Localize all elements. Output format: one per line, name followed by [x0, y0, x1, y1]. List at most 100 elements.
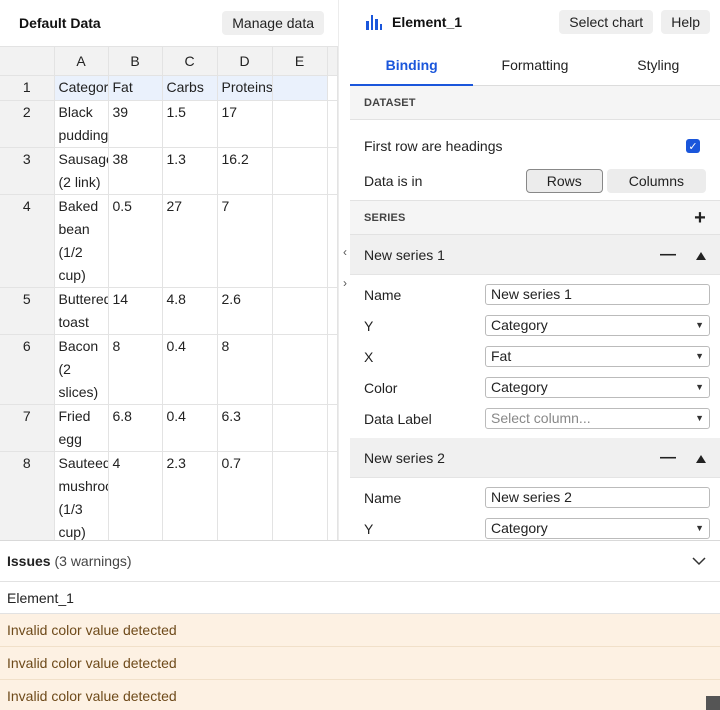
table-cell[interactable]: Baked bean (1/2 cup) [54, 194, 109, 288]
series-field-select[interactable]: Category ▼ [485, 315, 710, 336]
issues-element-name[interactable]: Element_1 [0, 582, 720, 614]
table-cell[interactable]: Black pudding [54, 100, 109, 148]
series-field-select[interactable]: Category ▼ [485, 518, 710, 539]
column-header-b[interactable]: B [108, 46, 163, 76]
table-cell[interactable]: Bacon (2 slices) [54, 334, 109, 405]
table-cell[interactable]: 6.8 [108, 404, 163, 452]
column-header-c[interactable]: C [162, 46, 218, 76]
row-number[interactable]: 5 [0, 287, 55, 335]
chevron-down-icon[interactable] [692, 553, 706, 569]
table-cell[interactable]: Fat [108, 75, 163, 101]
table-cell[interactable] [272, 147, 328, 195]
table-cell[interactable]: 7 [217, 194, 273, 288]
table-cell[interactable]: 0.4 [162, 334, 218, 405]
row-number[interactable]: 1 [0, 75, 55, 101]
series-field-select[interactable]: Category ▼ [485, 377, 710, 398]
table-cell-overflow [327, 451, 338, 540]
config-tabs: Binding Formatting Styling [350, 44, 720, 86]
table-cell[interactable]: Carbs [162, 75, 218, 101]
manage-data-button[interactable]: Manage data [222, 11, 324, 35]
table-cell[interactable]: 4.8 [162, 287, 218, 335]
series-field: Data Label Select column... ▼ [364, 403, 710, 434]
table-cell[interactable]: Sausage (2 link) [54, 147, 109, 195]
table-cell[interactable]: 16.2 [217, 147, 273, 195]
table-cell[interactable]: Category [54, 75, 109, 101]
table-cell[interactable]: 2.3 [162, 451, 218, 540]
row-number[interactable]: 4 [0, 194, 55, 288]
columns-toggle-button[interactable]: Columns [606, 169, 706, 193]
series-header[interactable]: New series 2 — [350, 438, 720, 478]
table-cell[interactable] [272, 194, 328, 288]
resize-handle[interactable] [706, 696, 720, 710]
series-name-input[interactable]: New series 1 [485, 284, 710, 305]
warning-item[interactable]: Invalid color value detected [0, 647, 720, 680]
remove-series-icon[interactable]: — [660, 449, 676, 467]
column-header-e[interactable]: E [272, 46, 328, 76]
remove-series-icon[interactable]: — [660, 246, 676, 264]
panel-divider[interactable]: ‹ › [338, 0, 350, 540]
table-cell[interactable]: 27 [162, 194, 218, 288]
table-cell[interactable]: 1.3 [162, 147, 218, 195]
table-cell[interactable]: 39 [108, 100, 163, 148]
table-cell[interactable]: Sauteed mushroom (1/3 cup) [54, 451, 109, 540]
table-cell[interactable] [272, 404, 328, 452]
column-header-d[interactable]: D [217, 46, 273, 76]
table-cell[interactable] [272, 75, 328, 101]
spreadsheet-grid[interactable]: A B C D E 1CategoryFatCarbsProteins 2Blac… [0, 46, 338, 540]
series-name-input[interactable]: New series 2 [485, 487, 710, 508]
table-cell[interactable] [272, 100, 328, 148]
table-cell[interactable]: 6.3 [217, 404, 273, 452]
table-cell[interactable]: 1.5 [162, 100, 218, 148]
table-cell[interactable]: 0.7 [217, 451, 273, 540]
series-header[interactable]: New series 1 — [350, 235, 720, 275]
select-chart-button[interactable]: Select chart [559, 10, 654, 34]
warning-item[interactable]: Invalid color value detected [0, 680, 720, 710]
issues-panel: Issues (3 warnings) Element_1 Invalid co… [0, 540, 720, 710]
row-number[interactable]: 3 [0, 147, 55, 195]
table-cell[interactable]: 8 [108, 334, 163, 405]
table-cell[interactable]: Buttered toast [54, 287, 109, 335]
table-cell[interactable]: 2.6 [217, 287, 273, 335]
table-cell[interactable]: 0.5 [108, 194, 163, 288]
issues-header[interactable]: Issues (3 warnings) [0, 541, 720, 582]
table-cell[interactable]: 14 [108, 287, 163, 335]
table-row: 5 Buttered toast 14 4.8 2.6 [0, 287, 338, 335]
warnings-list: Invalid color value detected Invalid colo… [0, 614, 720, 710]
table-cell[interactable]: 4 [108, 451, 163, 540]
table-row: 4 Baked bean (1/2 cup) 0.5 27 7 [0, 194, 338, 288]
column-header-a[interactable]: A [54, 46, 109, 76]
collapse-series-icon[interactable] [696, 450, 706, 466]
tab-binding[interactable]: Binding [350, 44, 474, 86]
table-cell[interactable]: 0.4 [162, 404, 218, 452]
table-cell[interactable]: Fried egg [54, 404, 109, 452]
series-field-select[interactable]: Fat ▼ [485, 346, 710, 367]
tab-formatting[interactable]: Formatting [473, 44, 596, 85]
tab-styling[interactable]: Styling [597, 44, 720, 85]
row-number[interactable]: 7 [0, 404, 55, 452]
table-cell[interactable]: 17 [217, 100, 273, 148]
add-series-icon[interactable]: + [694, 201, 706, 235]
table-cell[interactable]: 38 [108, 147, 163, 195]
collapse-series-icon[interactable] [696, 247, 706, 263]
series-body: Name New series 2 Y Category ▼ [350, 478, 720, 540]
dropdown-caret-icon: ▼ [695, 523, 704, 533]
row-number[interactable]: 2 [0, 100, 55, 148]
table-cell[interactable] [272, 334, 328, 405]
table-cell-overflow [327, 404, 338, 452]
row-number[interactable]: 6 [0, 334, 55, 405]
expand-right-icon[interactable]: › [340, 276, 350, 290]
table-cell[interactable]: Proteins [217, 75, 273, 101]
series-field-label: Y [364, 520, 374, 537]
series-field-select[interactable]: Select column... ▼ [485, 408, 710, 429]
rows-toggle-button[interactable]: Rows [525, 169, 603, 193]
table-cell[interactable] [272, 287, 328, 335]
help-button[interactable]: Help [661, 10, 710, 34]
data-panel-title: Default Data [19, 15, 101, 31]
headings-checkbox[interactable]: ✓ [686, 139, 700, 153]
warning-item[interactable]: Invalid color value detected [0, 614, 720, 647]
collapse-left-icon[interactable]: ‹ [340, 245, 350, 259]
row-number[interactable]: 8 [0, 451, 55, 540]
table-cell[interactable]: 8 [217, 334, 273, 405]
table-cell[interactable] [272, 451, 328, 540]
data-is-in-row: Data is in Rows Columns [364, 168, 706, 200]
